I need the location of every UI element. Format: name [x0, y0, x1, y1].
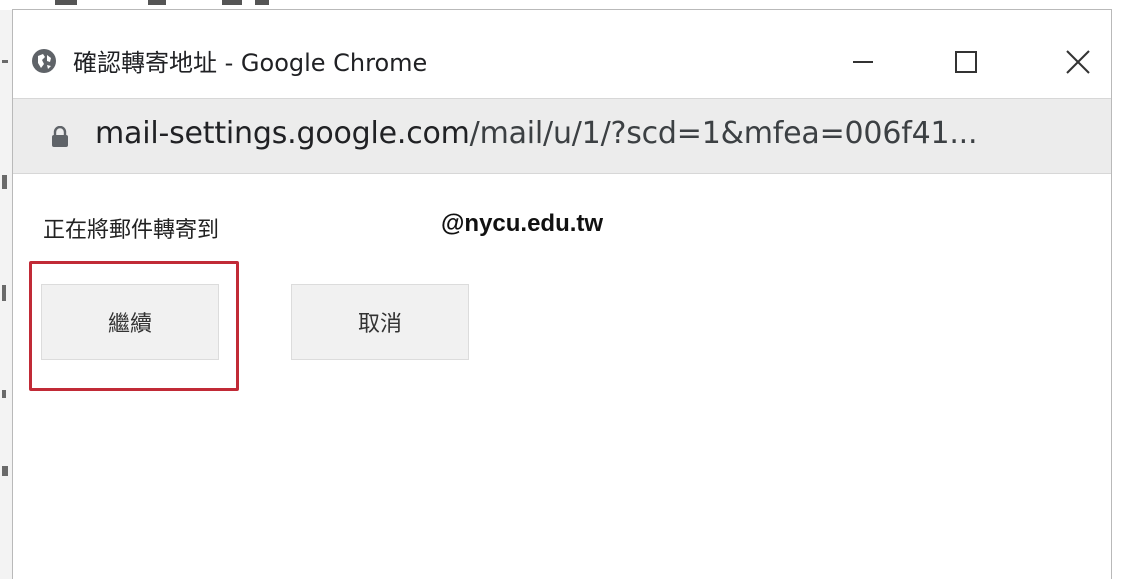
popup-window: 確認轉寄地址 - Google Chrome mail-settings.goo…: [12, 9, 1112, 579]
forwarding-email: @nycu.edu.tw: [441, 210, 604, 237]
globe-icon: [32, 49, 56, 73]
screenshot-page: 確認轉寄地址 - Google Chrome mail-settings.goo…: [0, 0, 1127, 579]
close-button[interactable]: [1053, 42, 1103, 82]
window-title: 確認轉寄地址 - Google Chrome: [73, 49, 428, 77]
close-icon: [1066, 50, 1090, 74]
address-bar[interactable]: mail-settings.google.com/mail/u/1/?scd=1…: [13, 98, 1111, 174]
background-page-edge: [0, 0, 12, 579]
dialog-content: 正在將郵件轉寄到 @nycu.edu.tw 繼續 取消: [13, 174, 1111, 579]
background-fragment: [2, 175, 7, 189]
minimize-button[interactable]: [838, 42, 888, 82]
background-fragment: [148, 0, 166, 5]
maximize-icon: [955, 51, 977, 73]
background-fragment: [222, 0, 242, 5]
url-path: /mail/u/1/?scd=1&mfea=006f41...: [469, 116, 978, 151]
maximize-button[interactable]: [941, 42, 991, 82]
background-fragment: [2, 60, 8, 63]
lock-icon: [52, 126, 68, 147]
background-fragment: [2, 390, 6, 398]
cancel-button[interactable]: 取消: [291, 284, 469, 360]
background-fragment: [2, 285, 6, 301]
continue-button[interactable]: 繼續: [41, 284, 219, 360]
url-text[interactable]: mail-settings.google.com/mail/u/1/?scd=1…: [95, 116, 978, 151]
background-fragment: [255, 0, 269, 5]
background-fragment: [2, 466, 8, 476]
minimize-icon: [853, 61, 873, 63]
forwarding-message: 正在將郵件轉寄到: [43, 218, 220, 243]
url-host: mail-settings.google.com: [95, 116, 470, 151]
title-bar[interactable]: 確認轉寄地址 - Google Chrome: [13, 10, 1111, 98]
background-fragment: [55, 0, 77, 5]
